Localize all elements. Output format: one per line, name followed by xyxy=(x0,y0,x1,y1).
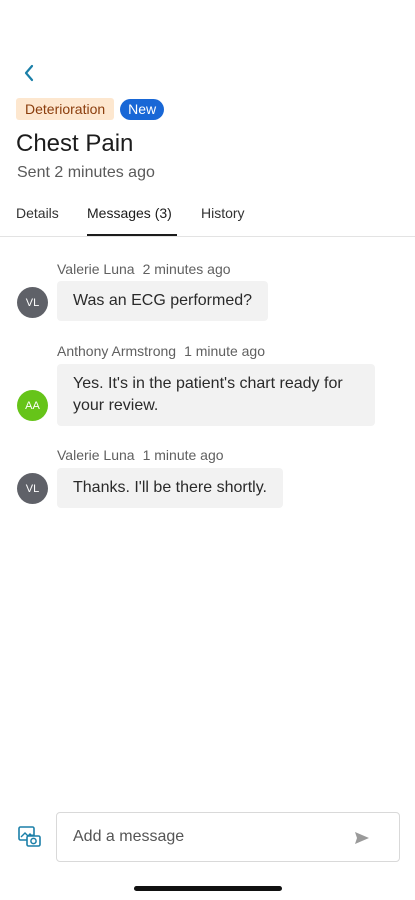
message-time: 1 minute ago xyxy=(142,447,224,463)
page-title: Chest Pain xyxy=(16,130,134,157)
tab-history[interactable]: History xyxy=(201,205,245,236)
message-text-line: your review. xyxy=(73,397,159,414)
message-composer xyxy=(0,812,415,864)
message-input-container xyxy=(56,812,400,862)
sent-timestamp: Sent 2 minutes ago xyxy=(17,164,155,181)
message-bubble: Was an ECG performed? xyxy=(57,281,269,321)
back-button[interactable] xyxy=(14,58,44,88)
message-bubble: Thanks. I'll be there shortly. xyxy=(57,468,283,508)
camera-icon xyxy=(18,826,41,847)
message-sender: Valerie Luna xyxy=(57,261,135,277)
badge-row: Deterioration New xyxy=(16,98,165,120)
avatar: VL xyxy=(17,287,48,318)
tab-messages[interactable]: Messages (3) xyxy=(87,205,177,236)
message-sender: Anthony Armstrong xyxy=(57,343,177,359)
message-sender: Valerie Luna xyxy=(57,447,135,463)
category-badge: Deterioration xyxy=(16,98,115,120)
message-input[interactable] xyxy=(73,825,333,849)
status-badge: New xyxy=(120,98,165,120)
home-indicator xyxy=(134,886,282,891)
message-text-line: Yes. It's in the patient's chart ready f… xyxy=(73,375,343,392)
tab-bar: Details Messages (3) History xyxy=(0,200,415,237)
message-meta: Anthony Armstrong 1 minute ago xyxy=(57,343,265,359)
attach-photo-button[interactable] xyxy=(17,824,43,850)
message-meta: Valerie Luna 2 minutes ago xyxy=(57,261,231,277)
avatar: AA xyxy=(17,390,48,421)
message-meta: Valerie Luna 1 minute ago xyxy=(57,447,224,463)
avatar: VL xyxy=(17,473,48,504)
message-time: 1 minute ago xyxy=(184,343,266,359)
message-time: 2 minutes ago xyxy=(142,261,231,277)
chevron-left-icon xyxy=(24,64,34,82)
send-button[interactable] xyxy=(353,829,371,847)
send-icon xyxy=(355,832,369,844)
tab-details[interactable]: Details xyxy=(16,205,59,236)
message-bubble: Yes. It's in the patient's chart ready f… xyxy=(57,364,375,426)
